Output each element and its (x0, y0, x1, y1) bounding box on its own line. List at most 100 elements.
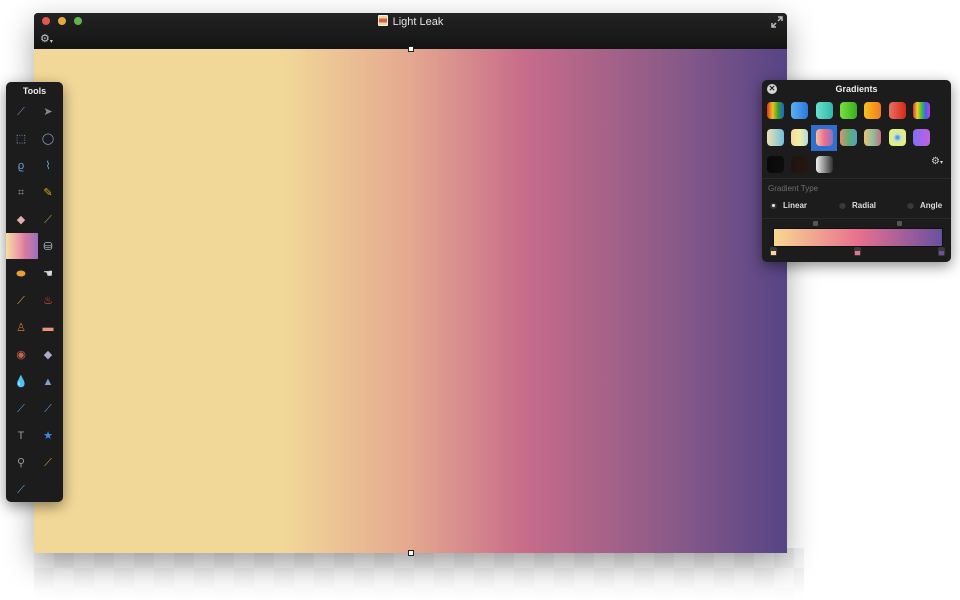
gradient-preset-dark-brown[interactable] (791, 156, 809, 173)
gradient-editor-bar[interactable] (773, 228, 943, 247)
gradient-preset-light-leak[interactable] (815, 129, 833, 146)
brush-icon: ⟋ (44, 213, 52, 226)
stop-color-swatch (770, 251, 776, 255)
resize-handle-bottom[interactable] (408, 550, 414, 556)
toolbar-gear-button[interactable]: ⚙▾ (40, 33, 56, 46)
gradient-preset-green[interactable] (839, 102, 857, 119)
image-canvas[interactable] (34, 46, 787, 556)
gradient-preset-blue[interactable] (791, 102, 809, 119)
tool-eyedropper[interactable]: ⟋ (35, 451, 61, 475)
radio-label: Radial (852, 200, 877, 210)
gradient-preset-orange[interactable] (864, 102, 882, 119)
move-icon: ➤ (43, 105, 53, 118)
tool-gradient[interactable] (6, 233, 38, 259)
tool-eraser[interactable]: ◆ (8, 208, 34, 232)
tool-color-picker[interactable]: ⟋ (8, 478, 34, 502)
gradient-preset-sky-sand[interactable] (767, 129, 784, 146)
freeform-pen-icon: ⟋ (44, 402, 52, 415)
gradient-preset-grayscale[interactable] (815, 156, 833, 173)
document-icon (377, 15, 388, 26)
tool-ellipse-select[interactable]: ◯ (35, 127, 61, 151)
sharpen-icon: ▲ (42, 375, 54, 388)
paint-bucket-icon: ⛁ (43, 240, 53, 253)
gradients-panel: ✕ Gradients ⚙▾ Gradient Type Linear Radi… (762, 80, 951, 262)
radio-radial[interactable]: Radial (839, 200, 876, 210)
eyedropper-icon: ⟋ (44, 456, 52, 469)
gear-icon: ⚙ (40, 33, 50, 45)
gradient-preset-pastel-yellow[interactable] (791, 129, 809, 146)
gradient-color-stop[interactable] (937, 247, 945, 256)
tool-polygon-lasso[interactable]: ⌇ (35, 154, 61, 178)
pencil-icon: ✎ (43, 186, 53, 199)
tool-burn[interactable]: ⬬ (8, 262, 34, 286)
radio-linear[interactable]: Linear (770, 200, 807, 210)
tool-zoom[interactable]: ⚲ (8, 451, 34, 475)
bandage-icon: ▬ (42, 321, 54, 334)
tool-smudge[interactable]: ☚ (35, 262, 61, 286)
tool-clone-stamp[interactable]: ♙ (8, 316, 34, 340)
tool-crop[interactable]: ⌗ (8, 181, 34, 205)
blur-icon: 💧 (14, 375, 28, 388)
ellipse-select-icon: ◯ (41, 132, 55, 145)
color-picker-icon: ⟋ (17, 483, 25, 496)
tool-shape[interactable]: ★ (35, 424, 61, 448)
gradient-color-stop[interactable] (769, 247, 777, 256)
chevron-down-icon: ▾ (49, 39, 53, 45)
chevron-down-icon: ▾ (939, 160, 943, 166)
tool-blur[interactable]: 💧 (8, 370, 34, 394)
fullscreen-icon[interactable] (771, 16, 783, 28)
radio-dot[interactable] (770, 201, 777, 209)
tool-flame[interactable]: ♨ (35, 289, 61, 313)
document-window: Light Leak ⚙▾ (34, 13, 787, 556)
tool-red-eye[interactable]: ◉ (8, 343, 34, 367)
gradient-preset-black[interactable] (767, 156, 784, 173)
magic-wand-icon: ⟋ (17, 105, 25, 118)
gradient-preset-teal[interactable] (815, 102, 833, 119)
smudge-icon: ☚ (43, 267, 53, 280)
gradient-preset-spectrum[interactable] (912, 102, 930, 119)
polygon-lasso-icon: ⌇ (45, 159, 51, 172)
gradient-preset-red[interactable] (888, 102, 906, 119)
gradient-preset-violet[interactable] (912, 129, 930, 146)
gradient-preset-green-mix[interactable] (839, 129, 857, 146)
gradient-midpoint-handle[interactable] (896, 221, 902, 226)
radio-label: Angle (920, 200, 943, 210)
gradient-preset-stripes[interactable] (864, 129, 882, 146)
tool-freeform-pen[interactable]: ⟋ (35, 397, 61, 421)
gradient-preset-rainbow[interactable] (767, 102, 784, 119)
radio-dot[interactable] (907, 201, 914, 209)
flame-icon: ♨ (43, 294, 53, 307)
transparency-shadow (34, 548, 804, 600)
tool-text[interactable]: T (8, 424, 34, 448)
tool-eraser-alt[interactable]: ◆ (35, 343, 61, 367)
tool-rect-select[interactable]: ⬚ (8, 127, 34, 151)
tool-dodge[interactable]: ⟋ (8, 289, 34, 313)
tool-sharpen[interactable]: ▲ (35, 370, 61, 394)
divider (762, 178, 951, 179)
divider (762, 218, 951, 219)
lasso-icon: ϱ (17, 159, 25, 172)
eraser-icon: ◆ (16, 213, 26, 226)
gradient-settings-button[interactable]: ⚙▾ (931, 156, 943, 167)
radio-label: Linear (783, 200, 808, 210)
gradient-midpoint-handle[interactable] (812, 221, 818, 226)
resize-handle-top[interactable] (408, 46, 414, 52)
tool-move[interactable]: ➤ (35, 100, 61, 124)
gradients-panel-title: Gradients (835, 84, 878, 94)
radio-dot[interactable] (839, 201, 846, 209)
stop-color-swatch (854, 251, 860, 255)
tool-magic-wand[interactable]: ⟋ (8, 100, 34, 124)
tool-lasso[interactable]: ϱ (8, 154, 34, 178)
radio-angle[interactable]: Angle (907, 200, 942, 210)
gradient-color-stop[interactable] (853, 247, 861, 256)
title-bar[interactable]: Light Leak ⚙▾ (34, 13, 787, 49)
tools-panel: Tools ⟋ ➤ ⬚ ◯ ϱ ⌇ ⌗ ✎ ◆ ⟋ ⛁ ⬬ ☚ ⟋ ♨ ♙ ▬ ◉ ◆ 💧 ▲ ⟋ ⟋ T ★ ⚲ ⟋ ⟋ (6, 82, 63, 502)
tool-pen[interactable]: ⟋ (8, 397, 34, 421)
pen-icon: ⟋ (17, 402, 25, 415)
gradient-preset-radial-lime[interactable] (888, 129, 906, 146)
red-eye-icon: ◉ (16, 348, 26, 361)
tool-brush[interactable]: ⟋ (35, 208, 61, 232)
tool-paint-bucket[interactable]: ⛁ (35, 235, 61, 259)
tool-bandage[interactable]: ▬ (35, 316, 61, 340)
tool-pencil[interactable]: ✎ (35, 181, 61, 205)
